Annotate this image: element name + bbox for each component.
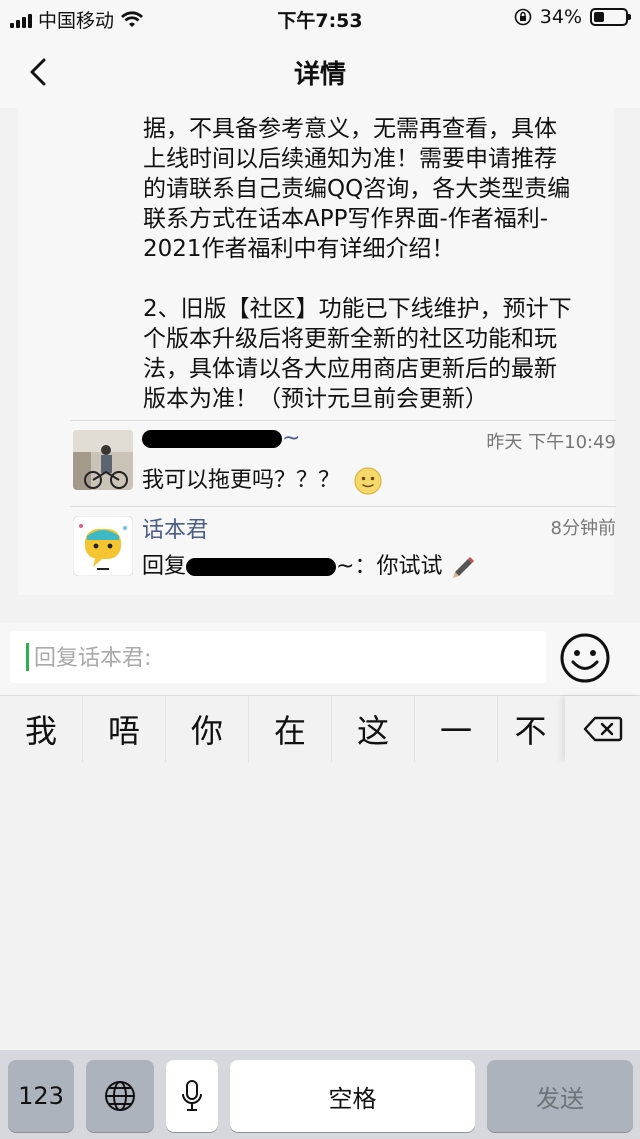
comment-time: 昨天 下午10:49 xyxy=(486,432,616,453)
ime-candidate[interactable]: 在 xyxy=(249,696,332,762)
microphone-key[interactable] xyxy=(166,1060,218,1132)
orientation-lock-icon xyxy=(514,8,532,26)
post-body: 据，不具备参考意义，无需再查看，具体 上线时间以后续通知为准！需要申请推荐 的请… xyxy=(143,116,572,412)
ime-candidate[interactable]: 一 xyxy=(415,696,498,762)
ime-candidate[interactable]: 不 xyxy=(498,696,563,762)
reply-bar xyxy=(0,623,640,696)
divider xyxy=(70,506,616,507)
send-key[interactable]: 发送 xyxy=(487,1060,633,1132)
nav-bar: 详情 xyxy=(0,36,640,109)
ime-candidate[interactable]: 我 xyxy=(0,696,83,762)
redaction-mark xyxy=(186,558,337,576)
battery-percent: 34% xyxy=(539,6,582,28)
pencil-emoji-icon xyxy=(453,557,475,578)
ime-candidate[interactable]: 这 xyxy=(332,696,415,762)
comment-time: 8分钟前 xyxy=(550,518,616,539)
ime-candidate[interactable]: 唔 xyxy=(83,696,166,762)
smile-emoji-icon xyxy=(354,467,382,495)
text-caret xyxy=(26,643,29,671)
globe-icon xyxy=(105,1081,135,1111)
globe-key[interactable] xyxy=(86,1060,154,1132)
status-right: 34% xyxy=(514,6,631,28)
status-bar: 中国移动 下午7:53 34% xyxy=(0,0,640,36)
comment-message: 我可以拖更吗？？？ xyxy=(142,462,383,496)
comment-message: 回复 ~：你试试 xyxy=(142,548,477,580)
emoji-button[interactable] xyxy=(558,631,612,685)
comment-author[interactable]: 话本君 xyxy=(142,512,208,544)
avatar[interactable] xyxy=(73,516,133,576)
space-key[interactable]: 空格 xyxy=(230,1060,475,1132)
reply-field[interactable] xyxy=(10,631,546,683)
numbers-key[interactable]: 123 xyxy=(8,1060,74,1132)
comment-item[interactable]: 话本君 8分钟前 回复 ~：你试试 xyxy=(70,508,616,588)
post-card: 据，不具备参考意义，无需再查看，具体 上线时间以后续通知为准！需要申请推荐 的请… xyxy=(18,108,616,595)
ime-candidate-bar: 我 唔 你 在 这 一 不 xyxy=(0,696,640,762)
backspace-icon xyxy=(583,716,622,742)
smiley-face-icon xyxy=(560,633,610,683)
divider xyxy=(70,420,616,421)
comment-author[interactable]: ~ xyxy=(142,426,300,451)
ime-candidate[interactable]: 你 xyxy=(166,696,249,762)
reply-input[interactable] xyxy=(32,639,536,677)
ime-delete-button[interactable] xyxy=(565,696,640,762)
page-title: 详情 xyxy=(293,60,346,90)
avatar[interactable] xyxy=(73,430,133,490)
redaction-mark xyxy=(142,430,282,448)
keyboard-bottom-row: 123 空格 发送 xyxy=(0,1050,640,1139)
detail-content[interactable]: 据，不具备参考意义，无需再查看，具体 上线时间以后续通知为准！需要申请推荐 的请… xyxy=(0,108,640,623)
microphone-icon xyxy=(182,1080,202,1111)
battery-icon xyxy=(590,8,631,26)
comment-item[interactable]: ~ 昨天 下午10:49 我可以拖更吗？？？ xyxy=(70,422,616,502)
